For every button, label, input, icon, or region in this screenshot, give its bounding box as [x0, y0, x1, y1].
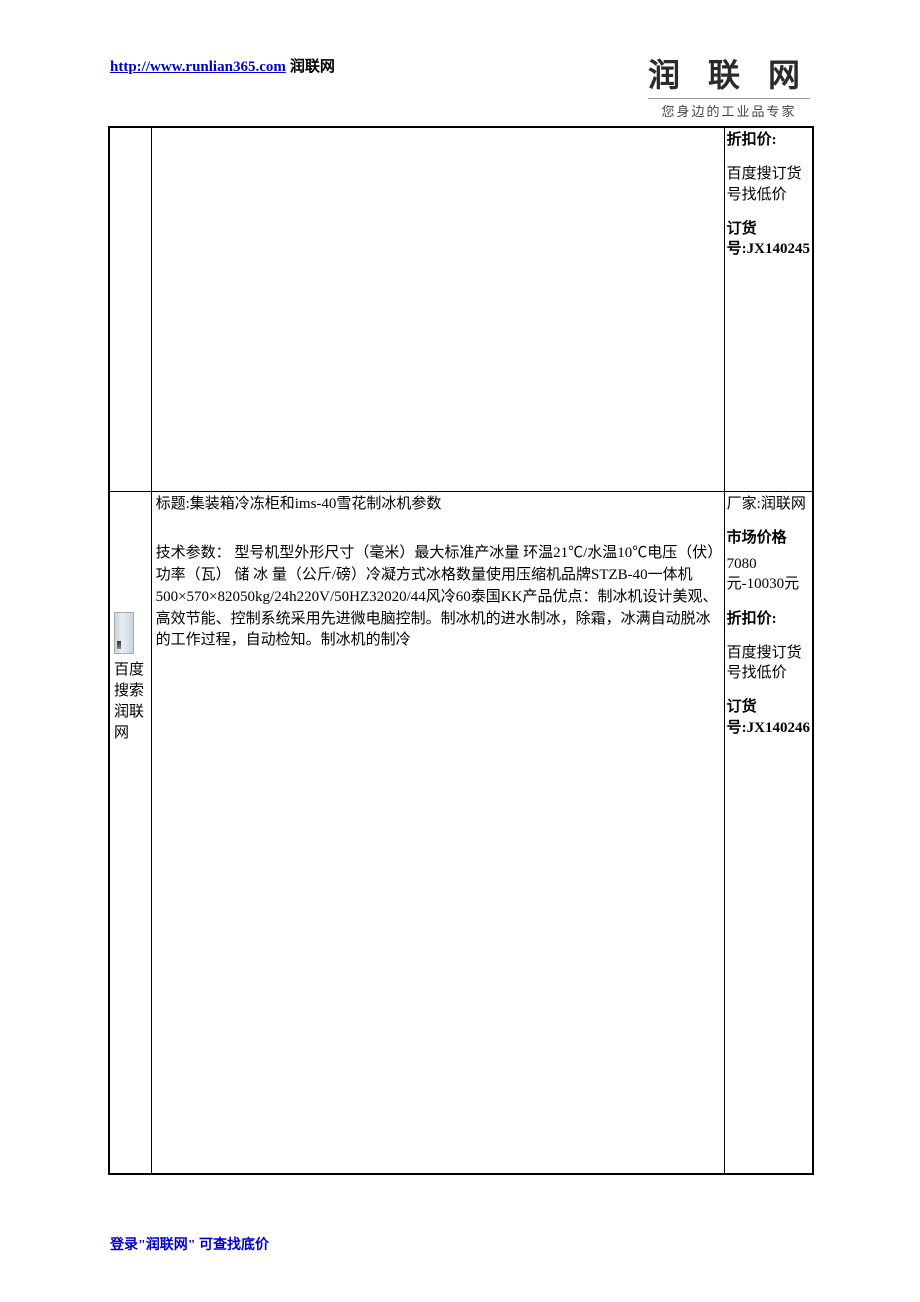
search-hint: 百度搜订货号找低价 [727, 164, 810, 205]
mfr-label: 厂家: [727, 496, 761, 512]
logo-block: 润 联 网 您身边的工业品专家 [648, 50, 810, 120]
market-label: 市场价格 [727, 528, 810, 548]
cell-right-1: 折扣价: 百度搜订货号找低价 订货号:JX140245 [724, 127, 813, 491]
table-row: 百度搜索润联网 标题:集装箱冷冻柜和ims-40雪花制冰机参数 技术参数： 型号… [109, 491, 813, 1174]
market-value: 7080元-10030元 [727, 554, 810, 595]
order-no-block: 订货号:JX140245 [727, 219, 810, 260]
title-prefix: 标题: [156, 496, 190, 512]
discount-label: 折扣价: [727, 609, 810, 629]
mid-content-2: 标题:集装箱冷冻柜和ims-40雪花制冰机参数 技术参数： 型号机型外形尺寸（毫… [152, 492, 724, 655]
product-title: 集装箱冷冻柜和ims-40雪花制冰机参数 [190, 496, 442, 512]
manufacturer-block: 厂家:润联网 [727, 494, 810, 514]
table-row: 折扣价: 百度搜订货号找低价 订货号:JX140245 [109, 127, 813, 491]
order-number: JX140245 [747, 241, 810, 257]
left-content-2: 百度搜索润联网 [110, 492, 151, 746]
mfr-value: 润联网 [761, 496, 806, 512]
logo-subtitle: 您身边的工业品专家 [648, 101, 810, 120]
product-thumbnail [114, 612, 134, 654]
cell-mid-1 [151, 127, 724, 491]
product-body: 技术参数： 型号机型外形尺寸（毫米）最大标准产冰量 环温21℃/水温10℃电压（… [156, 543, 720, 652]
discount-label: 折扣价: [727, 130, 810, 150]
main-table: 折扣价: 百度搜订货号找低价 订货号:JX140245 百度搜索润联网 标题:集… [108, 126, 814, 1175]
site-url-suffix: 润联网 [290, 59, 335, 75]
right-content-1: 折扣价: 百度搜订货号找低价 订货号:JX140245 [725, 128, 812, 261]
site-url-link[interactable]: http://www.runlian365.com [110, 59, 286, 75]
left-content-1 [110, 128, 151, 132]
order-no-block: 订货号:JX140246 [727, 697, 810, 738]
header-left: http://www.runlian365.com润联网 [110, 55, 335, 76]
search-hint: 百度搜订货号找低价 [727, 643, 810, 684]
footer-text: 登录"润联网" 可查找底价 [110, 1234, 269, 1254]
product-title-line: 标题:集装箱冷冻柜和ims-40雪花制冰机参数 [156, 494, 720, 516]
order-number: JX140246 [747, 720, 810, 736]
mid-content-1 [152, 128, 724, 132]
cell-mid-2: 标题:集装箱冷冻柜和ims-40雪花制冰机参数 技术参数： 型号机型外形尺寸（毫… [151, 491, 724, 1174]
market-price-block: 市场价格 7080元-10030元 [727, 528, 810, 595]
cell-right-2: 厂家:润联网 市场价格 7080元-10030元 折扣价: 百度搜订货号找低价 … [724, 491, 813, 1174]
right-content-2: 厂家:润联网 市场价格 7080元-10030元 折扣价: 百度搜订货号找低价 … [725, 492, 812, 740]
cell-left-1 [109, 127, 151, 491]
cell-left-2: 百度搜索润联网 [109, 491, 151, 1174]
left-search-text: 百度搜索润联网 [114, 660, 147, 744]
logo-main: 润 联 网 [648, 50, 810, 99]
page-header: http://www.runlian365.com润联网 润 联 网 您身边的工… [110, 55, 810, 120]
